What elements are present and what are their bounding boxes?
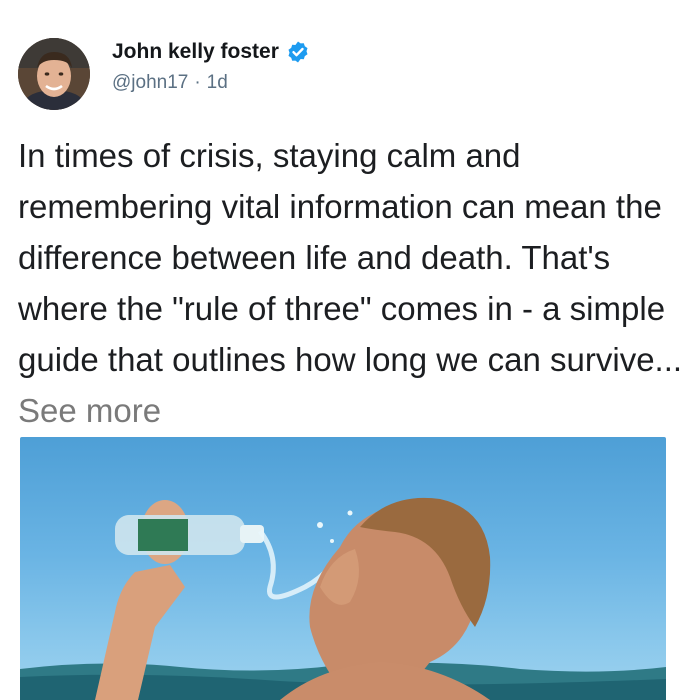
avatar[interactable] <box>18 38 90 110</box>
handle[interactable]: @john17 <box>112 72 188 94</box>
post-header: John kelly foster @john17 · 1d <box>18 38 678 112</box>
profile-photo-icon <box>18 38 90 110</box>
display-name[interactable]: John kelly foster <box>112 40 279 64</box>
name-row: John kelly foster <box>112 40 310 64</box>
post-text: In times of crisis, staying calm and rem… <box>18 130 690 436</box>
verified-badge-icon <box>286 40 310 64</box>
timestamp[interactable]: 1d <box>207 72 228 94</box>
post-image[interactable] <box>20 437 666 700</box>
meta-row: @john17 · 1d <box>112 72 228 94</box>
see-more-link[interactable]: See more <box>18 392 161 429</box>
photo-of-man-drinking-water-bottle-icon <box>20 497 666 700</box>
meta-separator: · <box>194 72 201 93</box>
post-text-content: In times of crisis, staying calm and rem… <box>18 137 683 378</box>
